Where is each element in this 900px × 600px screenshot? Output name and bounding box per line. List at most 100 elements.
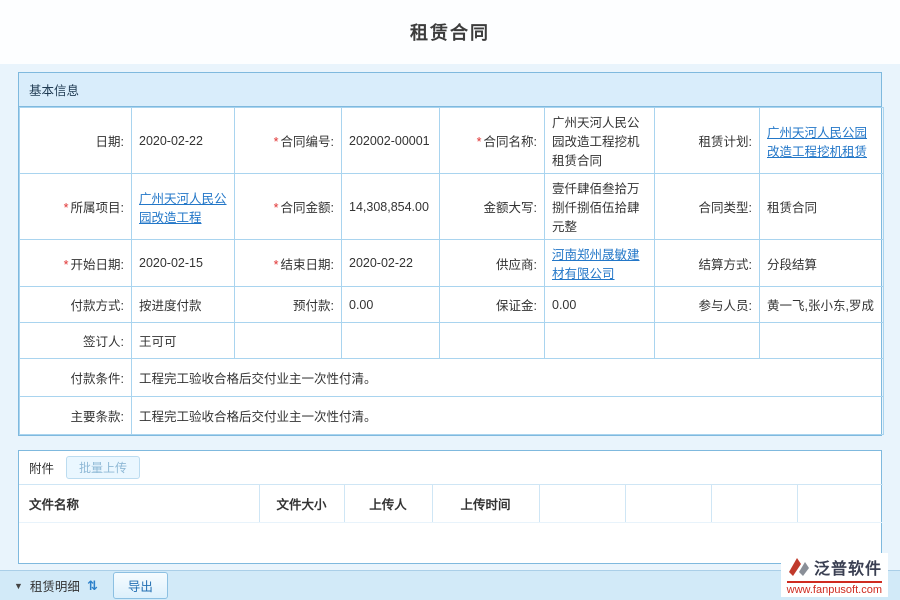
basic-info-section-title: 基本信息 bbox=[19, 73, 881, 107]
brand-row: 泛普软件 bbox=[787, 555, 882, 579]
basic-info-row: 付款条件: 工程完工验收合格后交付业主一次性付清。 bbox=[20, 359, 884, 397]
label-text: 保证金: bbox=[496, 299, 537, 313]
brand-logo-box: 泛普软件 www.fanpusoft.com bbox=[781, 553, 888, 597]
col-header-file-name: 文件名称 bbox=[19, 485, 259, 523]
empty-cell bbox=[235, 323, 342, 359]
label-text: 合同名称: bbox=[484, 135, 537, 149]
brand-divider bbox=[787, 581, 882, 583]
field-label-contract-code: *合同编号: bbox=[235, 108, 342, 174]
lease-detail-bar: ▼ 租赁明细 ⇅ 导出 bbox=[0, 570, 900, 600]
field-label-signer: 签订人: bbox=[20, 323, 132, 359]
empty-cell bbox=[655, 323, 760, 359]
label-text: 付款条件: bbox=[71, 372, 124, 386]
field-value-main-terms: 工程完工验收合格后交付业主一次性付清。 bbox=[132, 397, 884, 435]
attachments-empty-area bbox=[19, 523, 881, 563]
col-header-uploader: 上传人 bbox=[344, 485, 432, 523]
empty-cell bbox=[440, 323, 545, 359]
field-label-amount-caps: 金额大写: bbox=[440, 174, 545, 240]
col-header-upload-time: 上传时间 bbox=[432, 485, 539, 523]
field-value-start-date: 2020-02-15 bbox=[132, 240, 235, 287]
label-text: 供应商: bbox=[496, 258, 537, 272]
label-text: 合同编号: bbox=[281, 135, 334, 149]
field-value-date: 2020-02-22 bbox=[132, 108, 235, 174]
attachments-title: 附件 bbox=[29, 458, 54, 477]
field-label-prepay: 预付款: bbox=[235, 287, 342, 323]
field-label-pay-method: 付款方式: bbox=[20, 287, 132, 323]
page-header: 租赁合同 bbox=[0, 0, 900, 64]
label-text: 参与人员: bbox=[699, 299, 752, 313]
field-value-amount: 14,308,854.00 bbox=[342, 174, 440, 240]
label-text: 日期: bbox=[96, 135, 124, 149]
field-label-amount: *合同金额: bbox=[235, 174, 342, 240]
project-link[interactable]: 广州天河人民公园改造工程 bbox=[139, 192, 227, 225]
label-text: 所属项目: bbox=[71, 201, 124, 215]
col-header-empty bbox=[539, 485, 625, 523]
field-label-contract-name: *合同名称: bbox=[440, 108, 545, 174]
field-label-settlement: 结算方式: bbox=[655, 240, 760, 287]
label-text: 结算方式: bbox=[699, 258, 752, 272]
field-label-contract-type: 合同类型: bbox=[655, 174, 760, 240]
label-text: 签订人: bbox=[83, 335, 124, 349]
field-value-amount-caps: 壹仟肆佰叁拾万捌仟捌佰伍拾肆元整 bbox=[545, 174, 655, 240]
field-label-main-terms: 主要条款: bbox=[20, 397, 132, 435]
collapse-icon[interactable]: ▼ bbox=[14, 581, 23, 591]
brand-website-link[interactable]: www.fanpusoft.com bbox=[787, 584, 882, 596]
basic-info-row: 签订人: 王可可 bbox=[20, 323, 884, 359]
page-title: 租赁合同 bbox=[410, 19, 490, 45]
field-value-pay-terms: 工程完工验收合格后交付业主一次性付清。 bbox=[132, 359, 884, 397]
attachments-header-row: 文件名称 文件大小 上传人 上传时间 bbox=[19, 485, 883, 523]
basic-info-row: 主要条款: 工程完工验收合格后交付业主一次性付清。 bbox=[20, 397, 884, 435]
label-text: 金额大写: bbox=[484, 201, 537, 215]
basic-info-row: 付款方式: 按进度付款 预付款: 0.00 保证金: 0.00 参与人员: 黄一… bbox=[20, 287, 884, 323]
required-star: * bbox=[274, 135, 279, 149]
fanpu-logo-icon bbox=[789, 558, 809, 576]
field-value-contract-code: 202002-00001 bbox=[342, 108, 440, 174]
field-label-deposit: 保证金: bbox=[440, 287, 545, 323]
batch-upload-button[interactable]: 批量上传 bbox=[66, 456, 140, 479]
field-label-supplier: 供应商: bbox=[440, 240, 545, 287]
field-value-prepay: 0.00 bbox=[342, 287, 440, 323]
required-star: * bbox=[64, 201, 69, 215]
lease-plan-link[interactable]: 广州天河人民公园改造工程挖机租赁 bbox=[767, 126, 867, 159]
field-value-lease-plan: 广州天河人民公园改造工程挖机租赁 bbox=[760, 108, 884, 174]
basic-info-panel: 基本信息 日期: 2020-02-22 *合同编号: 202002-00001 … bbox=[18, 72, 882, 436]
empty-cell bbox=[760, 323, 884, 359]
supplier-link[interactable]: 河南郑州晟敏建材有限公司 bbox=[552, 248, 640, 281]
basic-info-table: 日期: 2020-02-22 *合同编号: 202002-00001 *合同名称… bbox=[19, 107, 884, 435]
required-star: * bbox=[477, 135, 482, 149]
basic-info-row: *所属项目: 广州天河人民公园改造工程 *合同金额: 14,308,854.00… bbox=[20, 174, 884, 240]
required-star: * bbox=[274, 258, 279, 272]
field-value-signer: 王可可 bbox=[132, 323, 235, 359]
field-label-pay-terms: 付款条件: bbox=[20, 359, 132, 397]
field-label-lease-plan: 租赁计划: bbox=[655, 108, 760, 174]
field-label-end-date: *结束日期: bbox=[235, 240, 342, 287]
col-header-empty bbox=[625, 485, 711, 523]
empty-cell bbox=[545, 323, 655, 359]
lease-detail-label: 租赁明细 bbox=[30, 576, 80, 595]
basic-info-row: *开始日期: 2020-02-15 *结束日期: 2020-02-22 供应商:… bbox=[20, 240, 884, 287]
label-text: 预付款: bbox=[293, 299, 334, 313]
empty-cell bbox=[342, 323, 440, 359]
field-value-supplier: 河南郑州晟敏建材有限公司 bbox=[545, 240, 655, 287]
col-header-empty bbox=[711, 485, 797, 523]
label-text: 结束日期: bbox=[281, 258, 334, 272]
field-label-date: 日期: bbox=[20, 108, 132, 174]
field-value-pay-method: 按进度付款 bbox=[132, 287, 235, 323]
field-label-project: *所属项目: bbox=[20, 174, 132, 240]
col-header-empty bbox=[797, 485, 883, 523]
label-text: 开始日期: bbox=[71, 258, 124, 272]
field-value-end-date: 2020-02-22 bbox=[342, 240, 440, 287]
basic-info-row: 日期: 2020-02-22 *合同编号: 202002-00001 *合同名称… bbox=[20, 108, 884, 174]
required-star: * bbox=[64, 258, 69, 272]
col-header-file-size: 文件大小 bbox=[259, 485, 344, 523]
label-text: 主要条款: bbox=[71, 410, 124, 424]
export-button[interactable]: 导出 bbox=[113, 572, 168, 599]
attachments-panel: 附件 批量上传 文件名称 文件大小 上传人 上传时间 bbox=[18, 450, 882, 564]
field-value-participants: 黄一飞,张小东,罗成 bbox=[760, 287, 884, 323]
attachments-table: 文件名称 文件大小 上传人 上传时间 bbox=[19, 484, 883, 523]
sort-icon[interactable]: ⇅ bbox=[87, 578, 98, 594]
field-label-start-date: *开始日期: bbox=[20, 240, 132, 287]
label-text: 租赁计划: bbox=[699, 135, 752, 149]
label-text: 合同类型: bbox=[699, 201, 752, 215]
field-value-deposit: 0.00 bbox=[545, 287, 655, 323]
